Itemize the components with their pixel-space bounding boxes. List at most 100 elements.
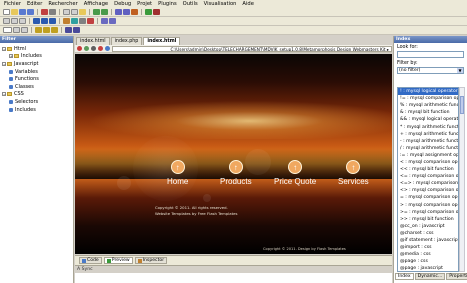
index-item[interactable]: @page : css (398, 258, 458, 265)
look-for-input[interactable] (397, 51, 464, 58)
menu-item-fichier[interactable]: Fichier (4, 1, 21, 7)
index-item[interactable]: >> : mysql bit function (398, 216, 458, 223)
paragraph-icon[interactable] (21, 27, 28, 33)
tree-item[interactable]: + Includes (0, 53, 73, 61)
index-item[interactable]: := : mysql assignment opera (398, 152, 458, 159)
view-tab-preview[interactable]: Preview (103, 257, 133, 264)
menu-item-aide[interactable]: Aide (242, 1, 253, 7)
collapse-icon[interactable]: − (2, 61, 6, 66)
tree-item[interactable]: Functions (0, 75, 73, 83)
open-folder-icon[interactable] (11, 9, 18, 15)
link-icon[interactable] (63, 18, 70, 24)
index-item[interactable]: @page : javascript (398, 265, 458, 271)
tree-item[interactable]: − Html (0, 45, 73, 53)
back-icon[interactable] (77, 46, 82, 51)
index-item[interactable]: @cc_on : javascript (398, 223, 458, 230)
numbered-list-icon[interactable] (109, 18, 116, 24)
replace-icon[interactable] (123, 9, 130, 15)
menu-item-visualisation[interactable]: Visualisation (204, 1, 237, 7)
align-center-icon[interactable] (41, 18, 48, 24)
nav-home[interactable]: ↑ Home (167, 160, 188, 186)
collapse-icon[interactable]: − (2, 92, 6, 97)
index-item[interactable]: <> : mysql comparison ope (398, 187, 458, 194)
index-item[interactable]: / : mysql arithmetic functi (398, 145, 458, 152)
index-item[interactable]: - : mysql arithmetic functi (398, 138, 458, 145)
tree-item[interactable]: − Javascript (0, 60, 73, 68)
font-size-select[interactable] (3, 27, 12, 33)
menu-item-affichage[interactable]: Affichage (84, 1, 108, 7)
document-tab[interactable]: index.html (76, 37, 110, 45)
right-tab[interactable]: Index (395, 273, 414, 280)
right-tab[interactable]: Dynamic... (414, 273, 446, 280)
preview-icon[interactable] (131, 9, 138, 15)
table-icon[interactable] (79, 18, 86, 24)
collapse-icon[interactable]: − (2, 46, 6, 51)
index-item[interactable]: && : mysql logical operator (398, 116, 458, 123)
input-icon[interactable] (43, 27, 50, 33)
italic-icon[interactable] (11, 18, 18, 24)
menu-item-outils[interactable]: Outils (183, 1, 198, 7)
index-item[interactable]: << : mysql bit function (398, 166, 458, 173)
tree-item[interactable]: Includes (0, 106, 73, 114)
index-item[interactable]: & : mysql bit function (398, 109, 458, 116)
expand-icon[interactable]: + (9, 54, 13, 59)
document-tab[interactable]: index.html (143, 37, 181, 45)
menu-item-projet[interactable]: Projet (137, 1, 152, 7)
form-icon[interactable] (35, 27, 42, 33)
view-tab-inspector[interactable]: Inspector (134, 257, 168, 264)
tree-item[interactable]: − CSS (0, 91, 73, 99)
home-icon[interactable] (105, 46, 110, 51)
document-tab[interactable]: index.php (110, 37, 143, 45)
menu-item-debug[interactable]: Debug (114, 1, 131, 7)
stop-icon[interactable] (153, 9, 160, 15)
run-icon[interactable] (145, 9, 152, 15)
cut-icon[interactable] (63, 9, 70, 15)
index-item[interactable]: % : mysql arithmetic functi (398, 102, 458, 109)
button-icon[interactable] (51, 27, 58, 33)
index-item[interactable]: @import : css (398, 244, 458, 251)
right-tab[interactable]: Properties (446, 273, 467, 280)
stop-load-icon[interactable] (98, 46, 103, 51)
nav-services[interactable]: ↑ Services (338, 160, 369, 186)
search-icon[interactable] (115, 9, 122, 15)
index-item[interactable]: * : mysql arithmetic functi (398, 123, 458, 130)
bold-icon[interactable] (3, 18, 10, 24)
index-item[interactable]: != : mysql comparison ope (398, 95, 458, 102)
filter-select[interactable]: (no filter) ▼ (397, 67, 464, 74)
align-right-icon[interactable] (49, 18, 56, 24)
print-icon[interactable] (49, 9, 56, 15)
scrollbar-thumb[interactable] (460, 96, 464, 114)
forward-icon[interactable] (84, 46, 89, 51)
list-icon[interactable] (101, 18, 108, 24)
save-icon[interactable] (19, 9, 26, 15)
new-file-icon[interactable] (3, 9, 10, 15)
close-icon[interactable] (41, 9, 48, 15)
paste-icon[interactable] (79, 9, 86, 15)
index-item[interactable]: ! : mysql logical operator (398, 88, 458, 96)
copy-icon[interactable] (71, 9, 78, 15)
index-scrollbar[interactable] (459, 87, 465, 272)
menu-item-editer[interactable]: Editer (27, 1, 42, 7)
tree-item[interactable]: Selectors (0, 98, 73, 106)
menu-item-rechercher[interactable]: Rechercher (48, 1, 77, 7)
style-icon[interactable] (73, 27, 80, 33)
image-icon[interactable] (71, 18, 78, 24)
color-icon[interactable] (87, 18, 94, 24)
heading-icon[interactable] (13, 27, 20, 33)
index-item[interactable]: <=> : mysql comparison op (398, 180, 458, 187)
undo-icon[interactable] (93, 9, 100, 15)
align-left-icon[interactable] (33, 18, 40, 24)
menu-item-plugins[interactable]: Plugins (158, 1, 177, 7)
tree-item[interactable]: Classes (0, 83, 73, 91)
index-item[interactable]: < : mysql comparison ope (398, 159, 458, 166)
index-item[interactable]: @charset : css (398, 230, 458, 237)
script-icon[interactable] (65, 27, 72, 33)
index-item[interactable]: <= : mysql comparison ope (398, 173, 458, 180)
index-item[interactable]: > : mysql comparison ope (398, 202, 458, 209)
index-item[interactable]: = : mysql comparison ope (398, 194, 458, 201)
index-item[interactable]: >= : mysql comparison ope (398, 209, 458, 216)
index-item[interactable]: + : mysql arithmetic functi (398, 131, 458, 138)
refresh-icon[interactable] (91, 46, 96, 51)
index-item[interactable]: @media : css (398, 251, 458, 258)
index-item[interactable]: @if statement : javascript (398, 237, 458, 244)
